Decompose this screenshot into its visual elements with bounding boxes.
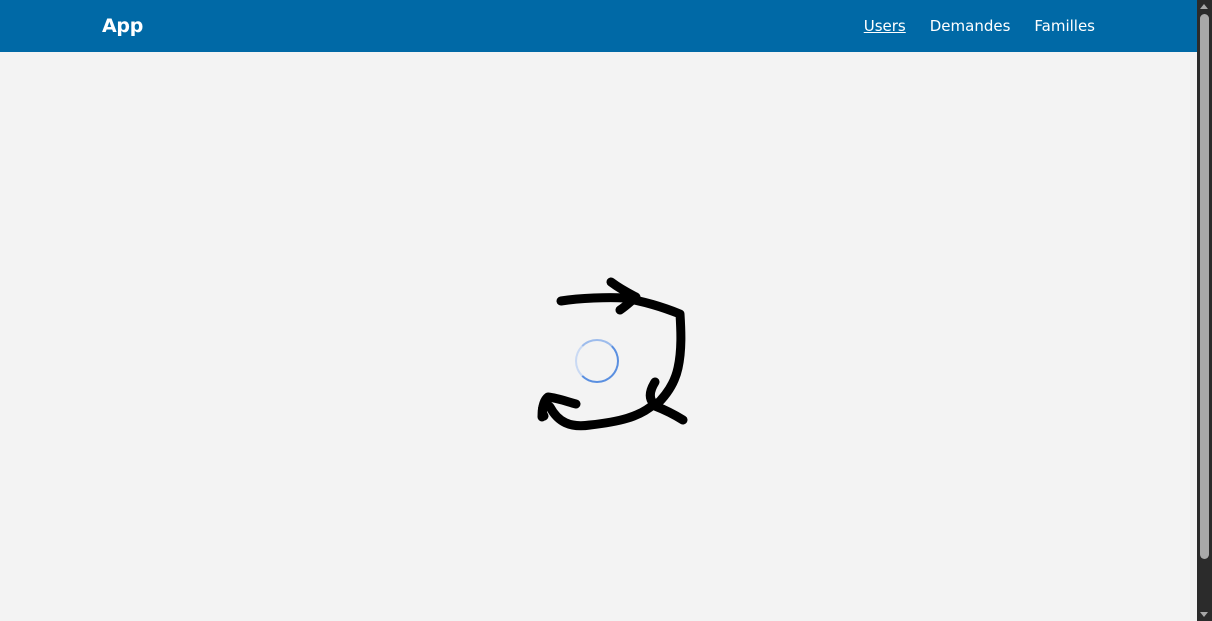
nav-link-users[interactable]: Users bbox=[864, 15, 906, 37]
scroll-up-arrow-icon[interactable] bbox=[1200, 4, 1208, 9]
refresh-arrows-icon bbox=[537, 277, 688, 431]
nav-links: Users Demandes Familles bbox=[864, 15, 1095, 37]
app-page: App Users Demandes Familles bbox=[0, 0, 1212, 621]
vertical-scrollbar[interactable] bbox=[1197, 0, 1212, 621]
nav-link-demandes[interactable]: Demandes bbox=[930, 15, 1011, 37]
scrollbar-thumb[interactable] bbox=[1200, 14, 1209, 559]
scroll-down-arrow-icon[interactable] bbox=[1200, 612, 1208, 617]
app-brand[interactable]: App bbox=[102, 13, 143, 39]
nav-link-familles[interactable]: Familles bbox=[1034, 15, 1095, 37]
top-navbar: App Users Demandes Familles bbox=[0, 0, 1197, 52]
lower-arrow-stroke bbox=[537, 377, 660, 431]
